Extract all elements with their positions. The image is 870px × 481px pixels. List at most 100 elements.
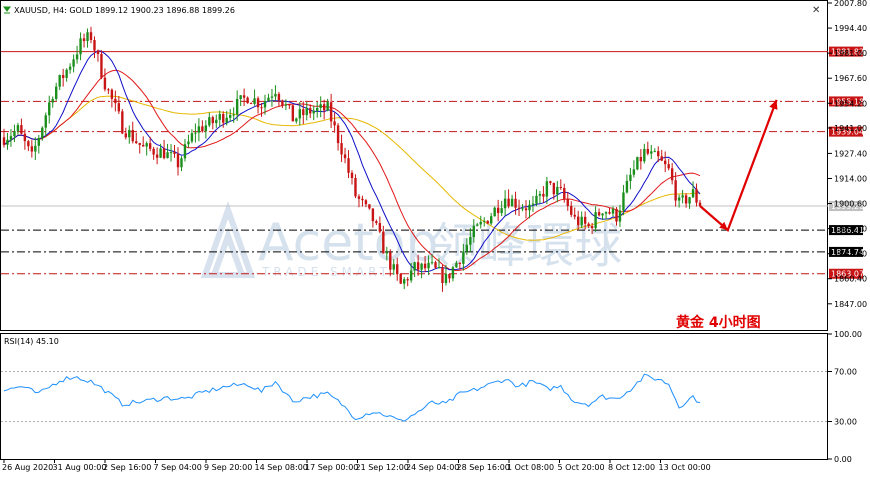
candle-body [563, 187, 566, 200]
candle-body [500, 208, 503, 214]
candle-body [284, 104, 288, 106]
candle-body [187, 141, 190, 145]
rsi-tick-label: 70.00 [834, 368, 857, 377]
candle-body [166, 152, 169, 159]
candle-body [583, 216, 587, 224]
candle-body [643, 148, 646, 162]
candle-body [409, 270, 413, 281]
candle-body [350, 172, 354, 179]
candle-body [577, 216, 580, 226]
candle-body [615, 208, 618, 222]
candle-body [288, 104, 291, 106]
candle-body [427, 262, 430, 269]
candle-body [674, 180, 677, 201]
candle-body [16, 125, 20, 132]
time-tick-label: 17 Sep 00:00 [305, 463, 358, 472]
candle-body [469, 237, 472, 245]
time-tick-label: 8 Oct 12:00 [608, 463, 655, 472]
candle-body [68, 66, 72, 70]
price-tick-label: 1847.00 [834, 300, 867, 309]
candle-body [103, 77, 107, 90]
candle-body [155, 154, 159, 158]
candle-body [201, 126, 204, 132]
candle-body [590, 226, 594, 229]
candle-body [9, 136, 13, 140]
candle-body [399, 273, 402, 284]
candle-body [684, 195, 688, 204]
candle-body [117, 103, 121, 112]
chart-canvas[interactable]: Acetop 领峰環球 TRADE SMART 1981.821955.1819… [0, 0, 870, 477]
price-tick-label: 2007.80 [834, 0, 867, 8]
candle-body [93, 40, 96, 51]
candle-body [361, 198, 364, 201]
candle-body [364, 200, 368, 205]
candle-body [162, 148, 166, 159]
candle-body [121, 111, 124, 134]
candle-body [41, 127, 44, 138]
candle-body [249, 103, 253, 105]
candle-body [371, 208, 375, 222]
time-tick-label: 28 Sep 16:00 [457, 463, 510, 472]
candle-body [253, 98, 256, 104]
candle-body [677, 197, 681, 201]
candle-body [653, 151, 656, 153]
price-tick-label: 1927.40 [834, 149, 867, 158]
candle-body [486, 220, 489, 224]
candle-body [316, 107, 319, 111]
candle-body [549, 181, 552, 183]
candle-body [274, 93, 277, 97]
candle-body [197, 126, 201, 133]
candle-body [458, 262, 462, 264]
close-icon[interactable]: ✕ [812, 5, 820, 16]
candle-body [601, 213, 604, 216]
candle-body [556, 186, 559, 195]
candle-body [535, 195, 538, 204]
candle-body [507, 198, 510, 207]
candle-body [58, 75, 61, 87]
candle-body [30, 146, 34, 152]
candle-body [135, 141, 138, 143]
price-tick-label: 1967.60 [834, 74, 867, 83]
candle-body [51, 99, 54, 103]
candle-body [490, 216, 493, 224]
rsi-tick-label: 100.00 [834, 330, 862, 339]
candle-body [128, 129, 131, 138]
candle-body [148, 143, 152, 149]
candle-body [235, 98, 239, 115]
candle-body [608, 212, 611, 214]
candle-body [545, 181, 549, 197]
candle-body [343, 154, 347, 159]
candle-body [587, 223, 590, 227]
candle-body [180, 158, 183, 168]
candle-body [437, 267, 441, 269]
candle-body [503, 198, 507, 209]
candle-body [413, 262, 416, 271]
candle-body [96, 50, 100, 55]
candle-body [281, 100, 284, 106]
candle-body [483, 220, 486, 222]
candle-body [270, 96, 274, 98]
candle-body [124, 133, 127, 138]
candle-body [44, 115, 47, 128]
candle-body [326, 102, 329, 111]
rsi-label: RSI(14) 45.10 [4, 337, 59, 346]
candle-body [239, 95, 242, 99]
candle-body [2, 137, 6, 145]
candle-body [20, 125, 23, 134]
candle-body [465, 244, 469, 252]
candle-body [298, 109, 301, 119]
candle-body [639, 157, 643, 162]
candle-body [462, 251, 465, 264]
candle-body [138, 142, 141, 145]
candle-body [479, 221, 482, 225]
candle-body [336, 125, 340, 144]
candle-body [277, 93, 281, 101]
candle-body [646, 148, 649, 154]
candle-body [514, 198, 517, 208]
candle-body [472, 225, 475, 238]
candle-body [340, 143, 343, 155]
candle-body [6, 139, 9, 145]
candle-body [667, 164, 670, 169]
candle-body [524, 208, 528, 211]
candle-body [695, 189, 698, 203]
